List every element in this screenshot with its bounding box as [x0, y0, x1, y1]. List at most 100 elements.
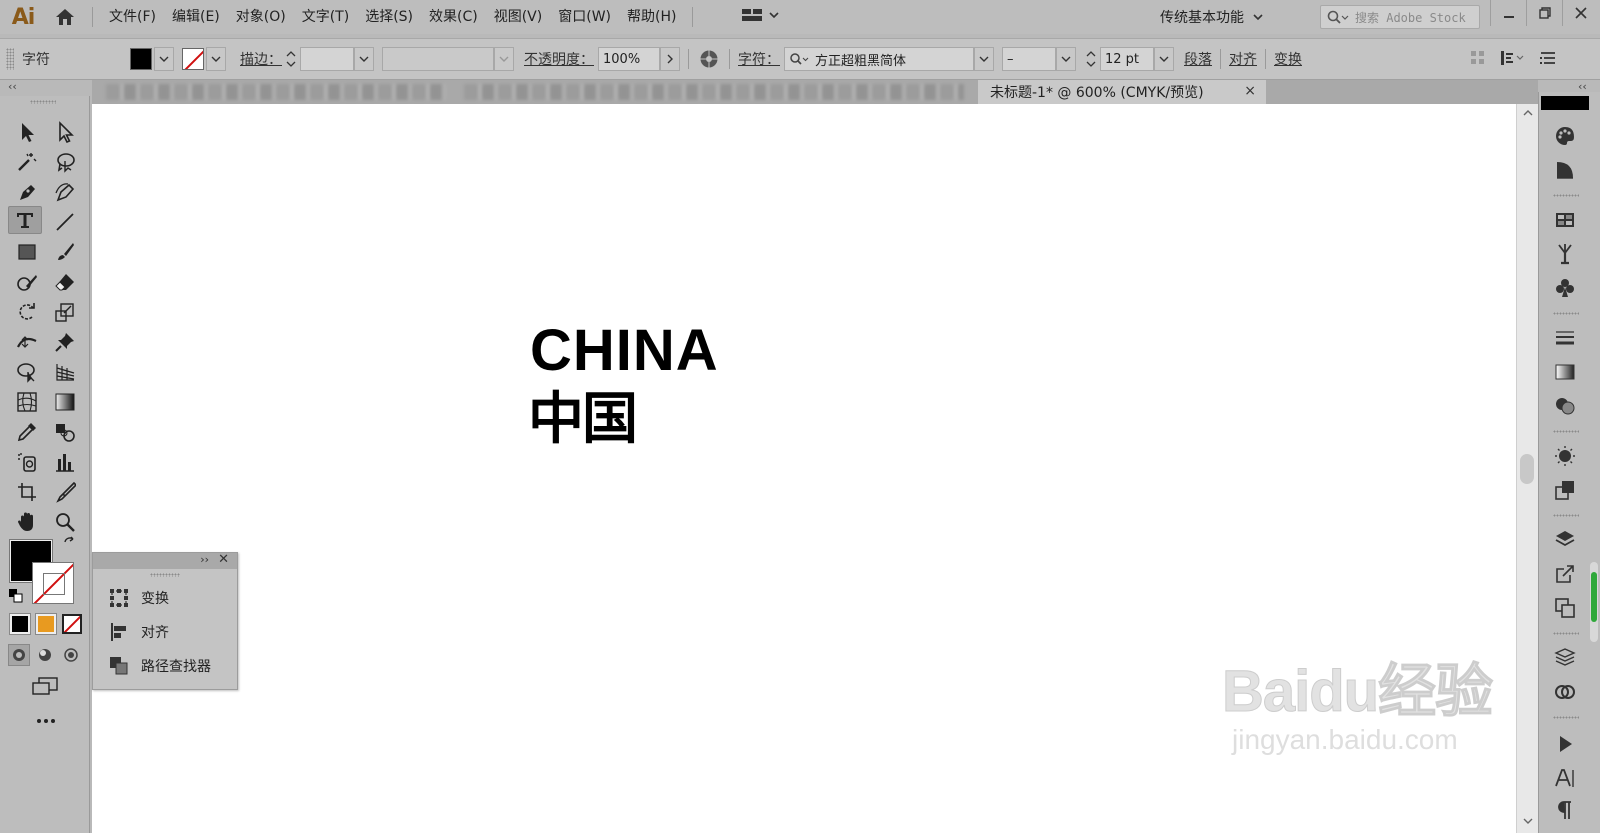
- magic-wand-tool[interactable]: [10, 148, 44, 176]
- align-link[interactable]: 对齐: [1229, 49, 1257, 69]
- width-tool[interactable]: [10, 328, 44, 356]
- draw-inside-button[interactable]: [60, 644, 82, 666]
- arrange-documents-button[interactable]: [742, 7, 780, 23]
- panel-item-pathfinder[interactable]: 路径查找器: [93, 649, 237, 683]
- opacity-expand-button[interactable]: [660, 47, 680, 71]
- dock-scrollbar[interactable]: [1590, 562, 1598, 642]
- swap-fill-stroke-icon[interactable]: [62, 536, 78, 552]
- menu-select[interactable]: 选择(S): [357, 0, 421, 34]
- menu-file[interactable]: 文件(F): [101, 0, 164, 34]
- menu-type[interactable]: 文字(T): [294, 0, 357, 34]
- font-family-field[interactable]: 方正超粗黑简体: [784, 47, 974, 71]
- blend-tool[interactable]: [48, 418, 82, 446]
- stroke-swatch[interactable]: [32, 562, 74, 604]
- floating-panel-header[interactable]: ›› ✕: [93, 552, 237, 569]
- panel-item-align[interactable]: 对齐: [93, 615, 237, 649]
- dock-color-guide-button[interactable]: [1551, 156, 1579, 184]
- pen-tool[interactable]: [10, 178, 44, 206]
- menu-view[interactable]: 视图(V): [486, 0, 551, 34]
- dock-asset-export-button[interactable]: [1551, 560, 1579, 588]
- rotate-tool[interactable]: [10, 298, 44, 326]
- restore-button[interactable]: [1526, 0, 1562, 26]
- gradient-mode-button[interactable]: [35, 613, 57, 635]
- color-mode-button[interactable]: [9, 613, 31, 635]
- dock-appearance-button[interactable]: [1551, 442, 1579, 470]
- recolor-artwork-button[interactable]: [697, 47, 721, 71]
- character-label[interactable]: 字符：: [738, 49, 780, 69]
- paintbrush-tool[interactable]: [48, 238, 82, 266]
- dock-transparency-button[interactable]: [1551, 392, 1579, 420]
- dock-character-button[interactable]: [1551, 764, 1579, 792]
- symbol-sprayer-tool[interactable]: [10, 448, 44, 476]
- puppet-warp-tool[interactable]: [48, 328, 82, 356]
- paragraph-link[interactable]: 段落: [1184, 49, 1212, 69]
- font-size-stepper[interactable]: [1082, 47, 1100, 71]
- column-graph-tool[interactable]: [48, 448, 82, 476]
- type-tool[interactable]: [8, 206, 42, 234]
- menu-edit[interactable]: 编辑(E): [164, 0, 228, 34]
- font-family-dropdown[interactable]: [974, 47, 994, 71]
- home-icon[interactable]: [46, 0, 84, 34]
- zoom-tool[interactable]: [48, 508, 82, 536]
- default-fill-stroke-icon[interactable]: [8, 588, 24, 604]
- screen-mode-button[interactable]: [30, 674, 60, 698]
- workspace-switcher[interactable]: 传统基本功能: [1160, 0, 1264, 34]
- dock-actions-button[interactable]: [1551, 730, 1579, 758]
- artboard-canvas[interactable]: CHINA 中国 Baidu经验 jingyan.baidu.com: [92, 104, 1516, 833]
- scroll-down-icon[interactable]: [1522, 816, 1534, 826]
- line-segment-tool[interactable]: [48, 208, 82, 236]
- stock-search-input[interactable]: 搜索 Adobe Stock: [1320, 5, 1480, 29]
- dock-gradient-button[interactable]: [1551, 358, 1579, 386]
- menu-window[interactable]: 窗口(W): [550, 0, 619, 34]
- blurred-document-tab[interactable]: [106, 84, 446, 100]
- font-style-dropdown[interactable]: [1056, 47, 1076, 71]
- artwork-text-zhongguo[interactable]: 中国: [528, 392, 638, 448]
- menu-effect[interactable]: 效果(C): [421, 0, 486, 34]
- font-size-dropdown[interactable]: [1154, 47, 1174, 71]
- scale-tool[interactable]: [48, 298, 82, 326]
- dock-graphic-styles-button[interactable]: [1551, 476, 1579, 504]
- slice-tool[interactable]: [48, 478, 82, 506]
- menu-help[interactable]: 帮助(H): [619, 0, 684, 34]
- expand-panel-icon[interactable]: ››: [200, 553, 209, 566]
- close-tab-icon[interactable]: ×: [1244, 83, 1256, 99]
- scroll-thumb[interactable]: [1520, 454, 1534, 484]
- blurred-document-tab[interactable]: [464, 84, 964, 100]
- lasso-tool[interactable]: [48, 148, 82, 176]
- dock-color-indicator[interactable]: [1541, 96, 1589, 110]
- dock-symbols-button[interactable]: [1551, 274, 1579, 302]
- dock-swatches-button[interactable]: [1551, 206, 1579, 234]
- transform-link[interactable]: 变换: [1274, 49, 1302, 69]
- direct-selection-tool[interactable]: [48, 118, 82, 146]
- selection-tool[interactable]: [10, 118, 44, 146]
- collapse-toolbar-icon[interactable]: ‹‹: [8, 80, 17, 93]
- tools-grip[interactable]: [30, 100, 56, 104]
- text-wrap-icon[interactable]: [1500, 49, 1526, 67]
- dock-creative-cloud-button[interactable]: [1551, 678, 1579, 706]
- panel-item-transform[interactable]: 变换: [93, 581, 237, 615]
- eraser-tool[interactable]: [48, 268, 82, 296]
- stroke-color-dropdown[interactable]: [206, 47, 226, 71]
- stroke-weight-field[interactable]: [300, 47, 354, 71]
- dock-stroke-button[interactable]: [1551, 324, 1579, 352]
- panel-menu-icon[interactable]: [1540, 51, 1556, 65]
- dock-color-button[interactable]: [1551, 122, 1579, 150]
- gradient-tool[interactable]: [48, 388, 82, 416]
- edit-toolbar-button[interactable]: [34, 714, 58, 728]
- menu-object[interactable]: 对象(O): [228, 0, 294, 34]
- dock-scroll-thumb[interactable]: [1591, 572, 1597, 622]
- opacity-label[interactable]: 不透明度：: [524, 49, 594, 69]
- stroke-color-swatch[interactable]: [182, 48, 204, 70]
- font-size-field[interactable]: 12 pt: [1100, 47, 1154, 71]
- font-style-field[interactable]: –: [1002, 47, 1056, 71]
- dock-paragraph-button[interactable]: [1551, 796, 1579, 824]
- minimize-button[interactable]: [1490, 0, 1526, 26]
- dock-libraries-button[interactable]: [1551, 644, 1579, 672]
- opacity-field[interactable]: 100%: [598, 47, 660, 71]
- control-bar-grip[interactable]: [6, 48, 14, 70]
- rectangle-tool[interactable]: [10, 238, 44, 266]
- none-mode-button[interactable]: [62, 614, 82, 634]
- scroll-up-icon[interactable]: [1522, 108, 1534, 118]
- fill-color-dropdown[interactable]: [154, 47, 174, 71]
- hand-tool[interactable]: [10, 508, 44, 536]
